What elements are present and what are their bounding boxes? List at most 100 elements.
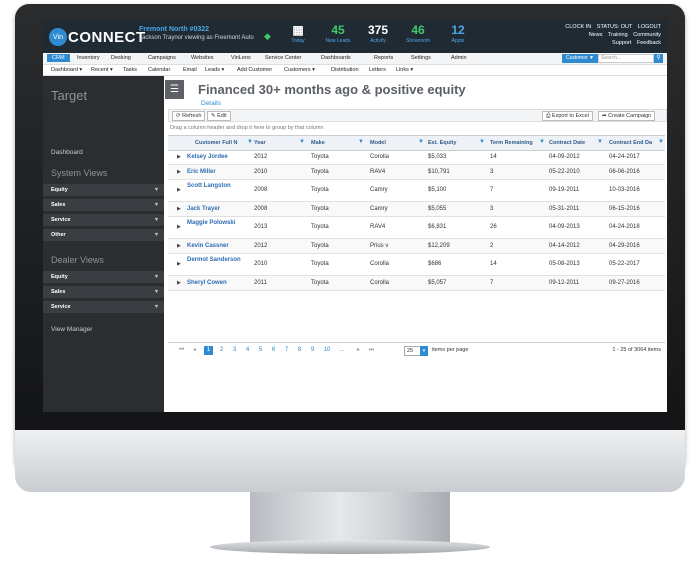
create-campaign-button[interactable]: ➦ Create Campaign bbox=[598, 111, 656, 121]
sidebar-item-dealer-sales[interactable]: Sales ▾ bbox=[43, 286, 164, 299]
expand-row-icon[interactable]: ▶ bbox=[177, 169, 181, 175]
expand-row-icon[interactable]: ▶ bbox=[177, 261, 181, 267]
page-5[interactable]: 5 bbox=[256, 346, 265, 355]
customer-name-link[interactable]: Dermot Sanderson bbox=[187, 257, 247, 264]
export-excel-button[interactable]: ⎙ Export to Excel bbox=[542, 111, 593, 121]
status-link[interactable]: STATUS: OUT bbox=[597, 24, 632, 30]
expand-row-icon[interactable]: ▶ bbox=[177, 187, 181, 193]
sidebar-item-view-manager[interactable]: View Manager bbox=[51, 326, 92, 333]
filter-icon[interactable]: ▼ bbox=[479, 139, 485, 145]
col-year[interactable]: Year bbox=[254, 140, 266, 146]
col-customer-name[interactable]: Customer Full N bbox=[195, 140, 237, 146]
page-9[interactable]: 9 bbox=[308, 346, 317, 355]
nav-service-center[interactable]: Service Center bbox=[265, 55, 301, 61]
stat-new-leads[interactable]: 45 New Leads bbox=[319, 23, 357, 44]
nav-dashboards[interactable]: Dashboards bbox=[321, 55, 351, 61]
sidebar-item-system-equity[interactable]: Equity ▾ bbox=[43, 184, 164, 197]
customer-name-link[interactable]: Jack Trayer bbox=[187, 206, 247, 213]
table-row[interactable]: ▶ Jack Trayer 2008 Toyota Camry $5,055 3 05-31-… bbox=[168, 202, 665, 217]
filter-icon[interactable]: ▼ bbox=[299, 139, 305, 145]
stat-activity[interactable]: 375 Activity bbox=[359, 23, 397, 44]
col-model[interactable]: Model bbox=[370, 140, 386, 146]
sidebar-item-dealer-service[interactable]: Service ▾ bbox=[43, 301, 164, 314]
subnav-leads[interactable]: Leads ▾ bbox=[205, 67, 224, 73]
filter-icon[interactable]: ▼ bbox=[658, 139, 664, 145]
page-7[interactable]: 7 bbox=[282, 346, 291, 355]
table-row[interactable]: ▶ Eric Miller 2010 Toyota RAV4 $10,791 3 05-22-… bbox=[168, 165, 665, 180]
subnav-links[interactable]: Links ▾ bbox=[396, 67, 413, 73]
customer-name-link[interactable]: Kelsey Jordee bbox=[187, 154, 247, 161]
news-link[interactable]: News bbox=[589, 32, 603, 38]
training-link[interactable]: Training bbox=[608, 32, 628, 38]
edit-button[interactable]: ✎ Edit bbox=[207, 111, 231, 121]
subnav-letters[interactable]: Letters bbox=[369, 67, 386, 73]
chevron-down-icon[interactable]: ▾ bbox=[420, 346, 428, 356]
page-1[interactable]: 1 bbox=[204, 346, 213, 355]
subnav-add-customer[interactable]: Add Customer bbox=[237, 67, 272, 73]
subnav-calendar[interactable]: Calendar bbox=[148, 67, 170, 73]
nav-campaigns[interactable]: Campaigns bbox=[148, 55, 176, 61]
nav-settings[interactable]: Settings bbox=[411, 55, 431, 61]
nav-reports[interactable]: Reports bbox=[374, 55, 393, 61]
nav-inventory[interactable]: Inventory bbox=[77, 55, 100, 61]
sidebar-item-dealer-equity[interactable]: Equity ▾ bbox=[43, 271, 164, 284]
clock-in-link[interactable]: CLOCK IN bbox=[565, 24, 591, 30]
subnav-dashboard[interactable]: Dashboard ▾ bbox=[51, 67, 82, 73]
last-page-icon[interactable]: ⏭ bbox=[367, 346, 376, 355]
feedback-link[interactable]: Feedback bbox=[637, 40, 661, 46]
col-term-remaining[interactable]: Term Remaining bbox=[490, 140, 533, 146]
group-drop-hint[interactable]: Drag a column header and drop it here to… bbox=[170, 125, 323, 131]
expand-row-icon[interactable]: ▶ bbox=[177, 206, 181, 212]
search-icon[interactable]: ⚲ bbox=[654, 54, 663, 63]
table-row[interactable]: ▶ Sheryl Cowen 2011 Toyota Corolla $5,057 7 09-… bbox=[168, 276, 665, 291]
filter-icon[interactable]: ▼ bbox=[539, 139, 545, 145]
logout-link[interactable]: LOGOUT bbox=[638, 24, 661, 30]
first-page-icon[interactable]: ⏮ bbox=[177, 346, 186, 355]
page-10[interactable]: 10 bbox=[321, 346, 333, 355]
nav-vinlens[interactable]: VinLens bbox=[231, 55, 251, 61]
col-contract-date[interactable]: Contract Date bbox=[549, 140, 585, 146]
table-row[interactable]: ▶ Maggie Polowski 2013 Toyota RAV4 $6,831 26 04… bbox=[168, 217, 665, 239]
col-make[interactable]: Make bbox=[311, 140, 325, 146]
expand-row-icon[interactable]: ▶ bbox=[177, 224, 181, 230]
search-scope-select[interactable]: Customer ▼ bbox=[561, 54, 598, 63]
expand-row-icon[interactable]: ▶ bbox=[177, 280, 181, 286]
refresh-button[interactable]: ⟳ Refresh bbox=[172, 111, 206, 121]
subnav-tasks[interactable]: Tasks bbox=[123, 67, 137, 73]
sidebar-item-system-other[interactable]: Other ▾ bbox=[43, 229, 164, 242]
page-8[interactable]: 8 bbox=[295, 346, 304, 355]
filter-icon[interactable]: ▼ bbox=[358, 139, 364, 145]
page-3[interactable]: 3 bbox=[230, 346, 239, 355]
customer-name-link[interactable]: Eric Miller bbox=[187, 169, 247, 176]
search-input[interactable]: Search... bbox=[598, 54, 654, 63]
sidebar-item-system-sales[interactable]: Sales ▾ bbox=[43, 199, 164, 212]
filter-icon[interactable]: ▼ bbox=[597, 139, 603, 145]
nav-admin[interactable]: Admin bbox=[451, 55, 467, 61]
dealer-name[interactable]: Fremont North #0322 bbox=[139, 25, 254, 34]
expand-row-icon[interactable]: ▶ bbox=[177, 243, 181, 249]
customer-name-link[interactable]: Maggie Polowski bbox=[187, 220, 247, 227]
table-row[interactable]: ▶ Dermot Sanderson 2010 Toyota Corolla $686 14… bbox=[168, 254, 665, 276]
sidebar-item-system-service[interactable]: Service ▾ bbox=[43, 214, 164, 227]
customer-name-link[interactable]: Scott Langston bbox=[187, 183, 247, 190]
stat-today[interactable]: ▦ Today bbox=[279, 23, 317, 44]
customer-name-link[interactable]: Sheryl Cowen bbox=[187, 280, 247, 287]
next-page-icon[interactable]: ▸ bbox=[354, 346, 363, 355]
filter-icon[interactable]: ▼ bbox=[418, 139, 424, 145]
filter-icon[interactable]: ▼ bbox=[247, 139, 253, 145]
col-contract-end[interactable]: Contract End Da bbox=[609, 140, 652, 146]
stat-showroom[interactable]: 46 Showroom bbox=[399, 23, 437, 44]
sidebar-item-dashboard[interactable]: Dashboard bbox=[51, 149, 83, 156]
app-logo[interactable]: Vin CONNECT bbox=[49, 26, 146, 48]
page-4[interactable]: 4 bbox=[243, 346, 252, 355]
page-6[interactable]: 6 bbox=[269, 346, 278, 355]
table-row[interactable]: ▶ Scott Langston 2008 Toyota Camry $5,100 7 09-… bbox=[168, 180, 665, 202]
community-link[interactable]: Community bbox=[633, 32, 661, 38]
nav-crm[interactable]: CRM bbox=[47, 54, 70, 62]
bell-icon[interactable]: ◆ bbox=[264, 31, 271, 42]
nav-desking[interactable]: Desking bbox=[111, 55, 131, 61]
table-row[interactable]: ▶ Kevin Cassner 2012 Toyota Prius v $12,209 2 0… bbox=[168, 239, 665, 254]
prev-page-icon[interactable]: ◂ bbox=[190, 346, 199, 355]
table-row[interactable]: ▶ Kelsey Jordee 2012 Toyota Corolla $5,033 14 0… bbox=[168, 150, 665, 165]
col-equity[interactable]: Est. Equity bbox=[428, 140, 456, 146]
